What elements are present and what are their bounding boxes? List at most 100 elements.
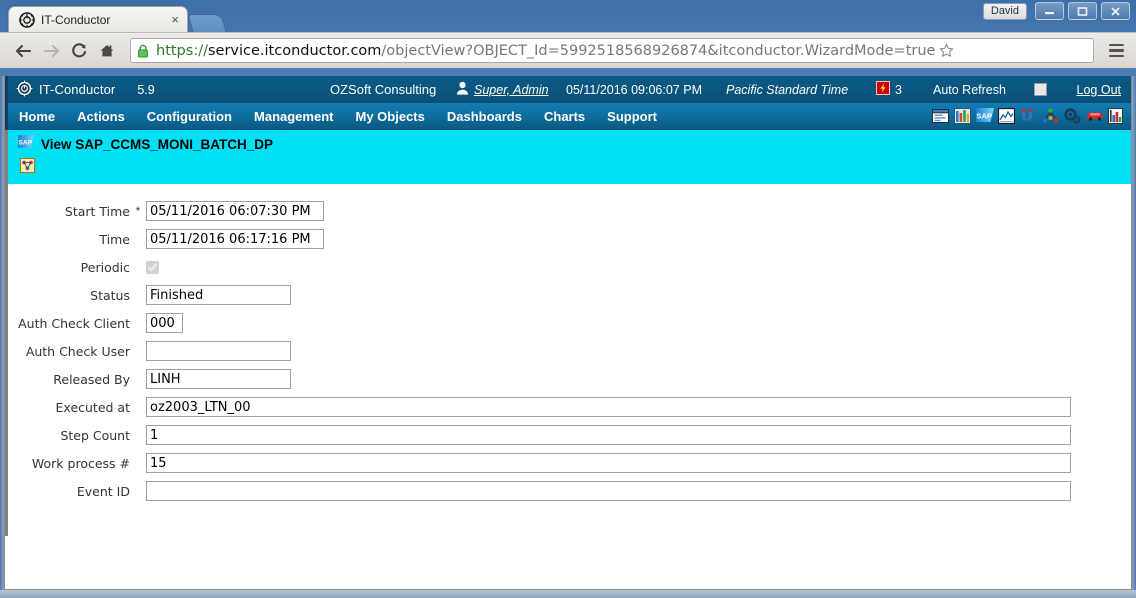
browser-toolbar: https://service.itconductor.com/objectVi… — [0, 32, 1136, 68]
required-marker: * — [135, 204, 141, 218]
nav-item-charts[interactable]: Charts — [533, 109, 596, 124]
auth-check-client-input[interactable] — [146, 313, 183, 333]
form-row-auth-check-user: Auth Check User — [8, 340, 1131, 362]
app-header-bar: IT-Conductor 5.9 OZSoft Consulting Super… — [5, 76, 1131, 103]
alert-count: 3 — [895, 82, 902, 97]
timezone-label: Pacific Standard Time — [726, 82, 849, 97]
page-banner: SAP View SAP_CCMS_MONI_BATCH_DP — [5, 130, 1131, 184]
field-label-auth-check-user: Auth Check User — [25, 343, 130, 359]
url-scheme: https:// — [156, 42, 208, 59]
magnet-icon[interactable] — [1020, 108, 1037, 125]
periodic-checkbox[interactable] — [146, 260, 159, 274]
forward-icon[interactable] — [38, 38, 64, 64]
nav-item-home[interactable]: Home — [8, 109, 66, 124]
step-count-input[interactable] — [146, 425, 1071, 445]
svg-text:SAP: SAP — [18, 140, 32, 147]
url-host: service.itconductor.com — [207, 42, 382, 59]
server-datetime: 05/11/2016 09:06:07 PM — [566, 82, 702, 97]
form-row-work-process: Work process # — [8, 452, 1131, 474]
nav-item-my-objects[interactable]: My Objects — [344, 109, 435, 124]
auto-refresh-checkbox[interactable] — [1034, 83, 1047, 96]
reload-icon[interactable] — [66, 38, 92, 64]
alerts-indicator[interactable]: 3 — [876, 81, 902, 98]
executed-at-input[interactable] — [146, 397, 1071, 417]
auth-check-user-input[interactable] — [146, 341, 291, 361]
nav-item-configuration[interactable]: Configuration — [136, 109, 243, 124]
url-text: https://service.itconductor.com/objectVi… — [156, 43, 935, 59]
page-viewport: IT-Conductor 5.9 OZSoft Consulting Super… — [4, 76, 1132, 590]
maximize-button[interactable] — [1068, 2, 1097, 20]
car-icon[interactable] — [1086, 108, 1103, 125]
main-navigation: Home Actions Configuration Management My… — [5, 103, 1131, 130]
home-icon[interactable] — [94, 38, 120, 64]
new-tab-button[interactable] — [187, 14, 227, 32]
nav-item-dashboards[interactable]: Dashboards — [436, 109, 533, 124]
company-name: OZSoft Consulting — [330, 82, 437, 97]
field-label-time: Time — [99, 231, 130, 247]
gears-icon[interactable] — [1064, 107, 1081, 125]
status-input[interactable] — [146, 285, 291, 305]
field-label-start-time: Start Time — [64, 203, 130, 219]
tab-strip: IT-Conductor × — [8, 6, 227, 32]
graph-action-icon[interactable] — [20, 158, 35, 177]
gear-icon — [19, 11, 35, 28]
user-name-link[interactable]: Super, Admin — [474, 83, 549, 97]
lock-icon — [137, 44, 150, 58]
form-row-periodic: Periodic — [8, 256, 1131, 278]
sap-icon: SAP — [18, 135, 34, 153]
form-row-event-id: Event ID — [8, 480, 1131, 502]
bookmark-star-icon[interactable] — [935, 43, 957, 58]
nav-item-actions[interactable]: Actions — [66, 109, 136, 124]
page-title: View SAP_CCMS_MONI_BATCH_DP — [41, 136, 274, 152]
field-label-work-process: Work process # — [31, 455, 130, 471]
field-label-executed-at: Executed at — [55, 399, 130, 415]
profile-chip[interactable]: David — [982, 2, 1027, 20]
form-row-executed-at: Executed at — [8, 396, 1131, 418]
nav-item-support[interactable]: Support — [596, 109, 668, 124]
window-frame-right — [1132, 76, 1136, 590]
chart-monitor-icon[interactable] — [997, 107, 1016, 125]
field-label-periodic: Periodic — [80, 259, 130, 275]
time-input[interactable] — [146, 229, 324, 249]
database-columns-icon[interactable] — [954, 107, 971, 125]
window-form-icon[interactable] — [932, 108, 949, 125]
minimize-button[interactable] — [1035, 2, 1064, 20]
close-button[interactable] — [1101, 2, 1130, 20]
start-time-input[interactable] — [146, 201, 324, 221]
field-label-status: Status — [90, 287, 130, 303]
nav-item-management[interactable]: Management — [243, 109, 344, 124]
form-row-step-count: Step Count — [8, 424, 1131, 446]
address-bar[interactable]: https://service.itconductor.com/objectVi… — [130, 38, 1094, 63]
sap-icon[interactable]: SAP — [976, 107, 994, 125]
field-label-released-by: Released By — [53, 371, 130, 387]
tab-close-icon[interactable]: × — [171, 13, 179, 26]
form-row-auth-check-client: Auth Check Client — [8, 312, 1131, 334]
field-label-event-id: Event ID — [76, 483, 130, 499]
back-icon[interactable] — [10, 38, 36, 64]
banner-action-row — [8, 158, 1131, 178]
form-row-status: Status — [8, 284, 1131, 306]
app-version: 5.9 — [137, 82, 155, 97]
app-brand[interactable]: IT-Conductor — [8, 80, 115, 100]
svg-text:SAP: SAP — [976, 111, 992, 120]
tab-title: IT-Conductor — [41, 12, 111, 27]
topology-network-icon[interactable] — [1042, 107, 1059, 125]
object-detail-form: Start Time * Time Periodic — [5, 184, 1131, 536]
form-row-time: Time — [8, 228, 1131, 250]
it-conductor-gear-logo-icon — [16, 80, 33, 100]
user-info: Super, Admin — [456, 81, 549, 98]
event-id-input[interactable] — [146, 481, 1071, 501]
browser-tab[interactable]: IT-Conductor × — [8, 6, 188, 32]
released-by-input[interactable] — [146, 369, 291, 389]
browser-window: IT-Conductor × David https://service.itc… — [0, 0, 1136, 598]
field-label-step-count: Step Count — [60, 427, 130, 443]
window-frame-left — [0, 76, 4, 590]
nav-tool-icons: SAP — [932, 107, 1125, 125]
app-brand-name: IT-Conductor — [39, 82, 116, 97]
work-process-input[interactable] — [146, 453, 1071, 473]
bar-chart-icon[interactable] — [1108, 107, 1125, 125]
hamburger-menu-icon[interactable] — [1104, 39, 1128, 63]
banner-title-row: SAP View SAP_CCMS_MONI_BATCH_DP — [8, 135, 1131, 153]
logout-link[interactable]: Log Out — [1077, 83, 1121, 97]
url-path: /objectView?OBJECT_Id=5992518568926874&i… — [381, 42, 936, 59]
